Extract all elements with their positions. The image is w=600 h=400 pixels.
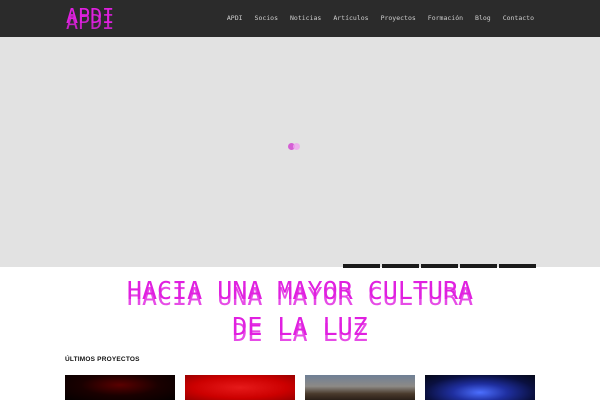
slider-thumbnail[interactable] [382,264,419,268]
section-title: ÚLTIMOS PROYECTOS [65,356,140,363]
main-nav: APDI Socios Noticias Artículos Proyectos… [215,14,534,22]
slider-thumbnail[interactable] [460,264,497,268]
nav-item-socios[interactable]: Socios [255,14,278,22]
logo-text: APDI [66,4,115,28]
loader-dot [293,143,300,150]
slider-thumbnail[interactable] [421,264,458,268]
projects-grid [65,375,535,400]
slider-thumbnail[interactable] [343,264,380,268]
project-thumbnail[interactable] [65,375,175,400]
nav-item-formacion[interactable]: Formación [428,14,463,22]
hero-slider [0,37,600,267]
nav-item-blog[interactable]: Blog [475,14,491,22]
nav-item-proyectos[interactable]: Proyectos [381,14,416,22]
nav-item-articulos[interactable]: Artículos [333,14,368,22]
slider-thumbnail[interactable] [499,264,536,268]
headline-line-1: HACIA UNA MAYOR CULTURA HACIA UNA MAYOR … [0,276,600,312]
project-thumbnail[interactable] [185,375,295,400]
nav-item-noticias[interactable]: Noticias [290,14,321,22]
project-thumbnail[interactable] [305,375,415,400]
headline-text: HACIA UNA MAYOR CULTURA [126,276,474,305]
headline-line-2: DE LA LUZ DE LA LUZ [0,312,600,348]
nav-item-apdi[interactable]: APDI [227,14,243,22]
site-logo[interactable]: APDI APDI [66,4,132,34]
loading-spinner-icon [288,143,302,151]
project-thumbnail[interactable] [425,375,535,400]
site-header: APDI APDI APDI Socios Noticias Artículos… [0,0,600,37]
nav-item-contacto[interactable]: Contacto [503,14,534,22]
headline-text: DE LA LUZ [232,312,368,341]
headline: HACIA UNA MAYOR CULTURA HACIA UNA MAYOR … [0,276,600,348]
slider-thumbnails [343,264,536,268]
